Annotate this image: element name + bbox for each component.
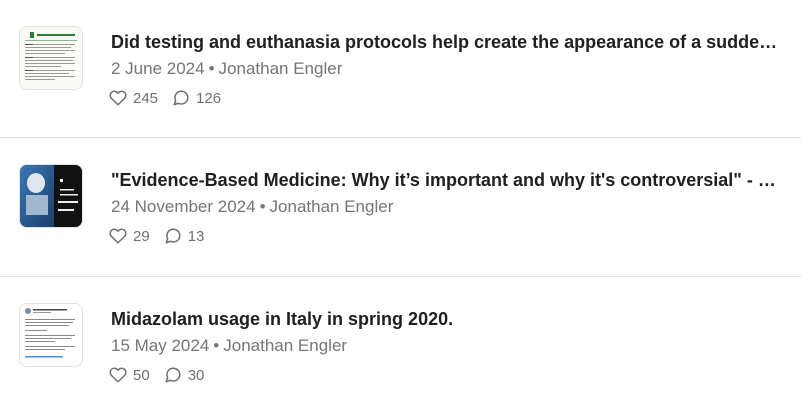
post-item[interactable]: Did testing and euthanasia protocols hel… bbox=[0, 0, 801, 137]
heart-icon bbox=[109, 90, 127, 106]
like-button[interactable]: 29 bbox=[109, 227, 150, 245]
like-button[interactable]: 245 bbox=[109, 89, 158, 107]
comment-button[interactable]: 13 bbox=[164, 227, 205, 245]
heart-icon bbox=[109, 367, 127, 383]
heart-icon bbox=[109, 228, 127, 244]
post-title[interactable]: "Evidence-Based Medicine: Why it’s impor… bbox=[111, 169, 781, 191]
post-meta: 15 May 2024 • Jonathan Engler bbox=[111, 336, 347, 356]
post-thumbnail[interactable] bbox=[19, 303, 83, 367]
comment-icon bbox=[165, 228, 181, 244]
video-thumbnail-icon bbox=[20, 165, 82, 227]
meta-separator: • bbox=[213, 336, 220, 355]
post-author[interactable]: Jonathan Engler bbox=[219, 59, 343, 78]
post-thumbnail[interactable] bbox=[19, 164, 83, 228]
like-count: 50 bbox=[133, 366, 150, 384]
like-count: 245 bbox=[133, 89, 159, 107]
comment-icon bbox=[173, 90, 189, 106]
document-thumbnail-icon bbox=[20, 27, 82, 89]
post-item[interactable]: "Evidence-Based Medicine: Why it’s impor… bbox=[0, 138, 801, 275]
post-stats: 29 13 bbox=[109, 226, 218, 246]
post-meta: 24 November 2024 • Jonathan Engler bbox=[111, 197, 393, 217]
comment-icon bbox=[165, 367, 181, 383]
post-title[interactable]: Did testing and euthanasia protocols hel… bbox=[111, 31, 781, 53]
post-stats: 50 30 bbox=[109, 365, 218, 385]
post-date: 15 May 2024 bbox=[111, 336, 210, 355]
post-stats: 245 126 bbox=[109, 88, 235, 108]
post-author[interactable]: Jonathan Engler bbox=[270, 197, 394, 216]
tweet-thumbnail-icon bbox=[20, 304, 82, 366]
post-title[interactable]: Midazolam usage in Italy in spring 2020. bbox=[111, 308, 781, 330]
post-date: 24 November 2024 bbox=[111, 197, 256, 216]
post-date: 2 June 2024 bbox=[111, 59, 205, 78]
comment-button[interactable]: 126 bbox=[172, 89, 221, 107]
meta-separator: • bbox=[208, 59, 215, 78]
comment-count: 30 bbox=[187, 366, 205, 384]
comment-count: 126 bbox=[196, 89, 222, 107]
post-list: Did testing and euthanasia protocols hel… bbox=[0, 0, 801, 413]
comment-button[interactable]: 30 bbox=[164, 366, 205, 384]
comment-count: 13 bbox=[187, 227, 205, 245]
post-item[interactable]: Midazolam usage in Italy in spring 2020.… bbox=[0, 277, 801, 414]
post-author[interactable]: Jonathan Engler bbox=[223, 336, 347, 355]
post-meta: 2 June 2024 • Jonathan Engler bbox=[111, 59, 342, 79]
post-thumbnail[interactable] bbox=[19, 26, 83, 90]
meta-separator: • bbox=[259, 197, 266, 216]
like-button[interactable]: 50 bbox=[109, 366, 150, 384]
like-count: 29 bbox=[133, 227, 150, 245]
